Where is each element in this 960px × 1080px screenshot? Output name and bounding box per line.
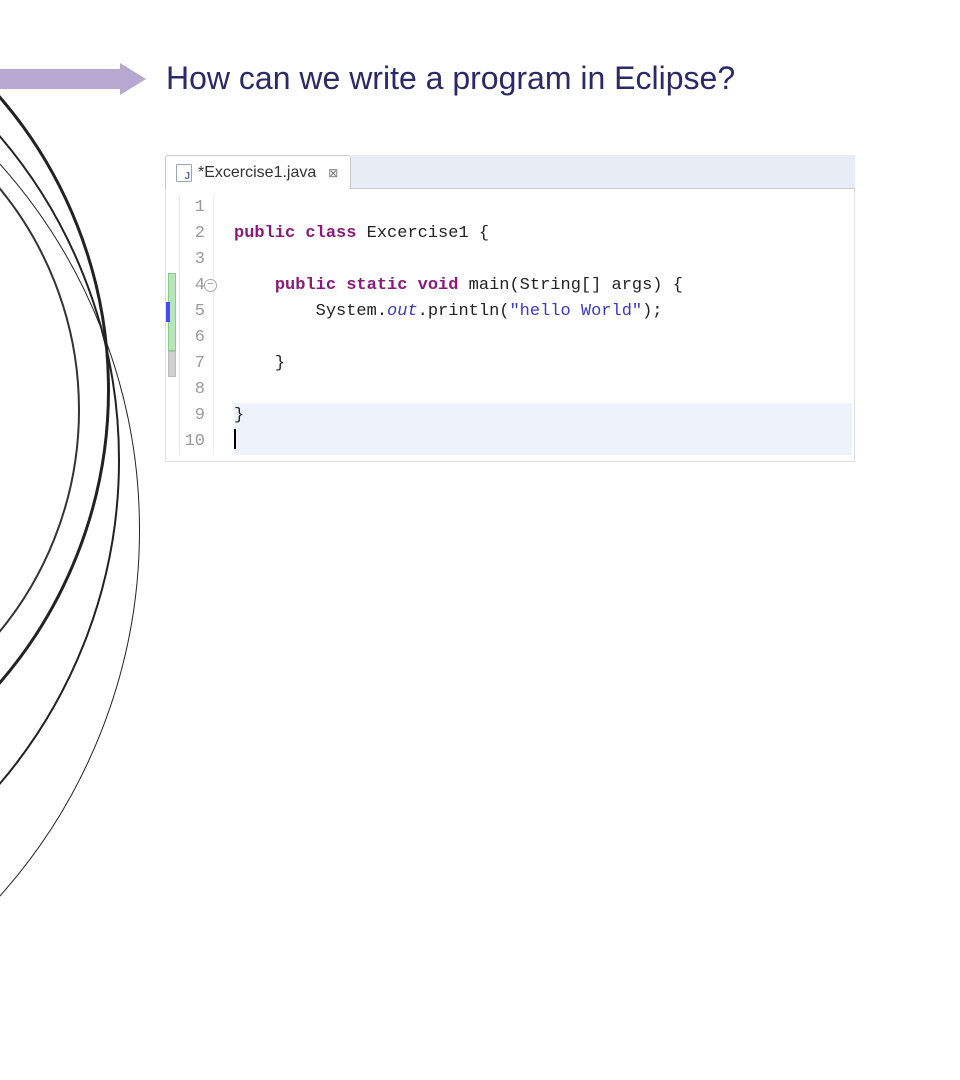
line-number: 5 — [180, 299, 205, 325]
title-arrow-stem — [0, 69, 120, 89]
line-number-text: 5 — [195, 302, 205, 321]
code-line: } — [234, 351, 854, 377]
code-line — [234, 429, 852, 455]
code-area[interactable]: public class Excercise1 { public static … — [214, 195, 854, 455]
code-line — [234, 325, 854, 351]
code-editor: *Excercise1.java ⊠ 1 2 3 4 − 5 6 7 8 9 — [165, 155, 855, 462]
slide-title: How can we write a program in Eclipse? — [166, 60, 735, 97]
change-marker — [168, 351, 176, 377]
line-number: 10 — [180, 429, 205, 455]
line-number-gutter: 1 2 3 4 − 5 6 7 8 9 10 — [180, 195, 214, 455]
line-number: 1 — [180, 195, 205, 221]
line-number: 9 — [180, 403, 205, 429]
line-number: 6 — [180, 325, 205, 351]
line-number: 7 — [180, 351, 205, 377]
code-line: System.out.println("hello World"); — [234, 299, 854, 325]
current-line-marker — [166, 302, 170, 322]
line-number: 4 − — [180, 273, 205, 299]
java-file-icon — [176, 164, 192, 182]
marker-column — [166, 195, 180, 455]
code-line — [234, 247, 854, 273]
tab-bar-fill — [351, 155, 855, 189]
tab-filename: *Excercise1.java — [198, 164, 316, 182]
text-cursor — [234, 429, 236, 449]
line-number: 3 — [180, 247, 205, 273]
slide-title-row: How can we write a program in Eclipse? — [0, 60, 735, 97]
line-number: 2 — [180, 221, 205, 247]
close-icon[interactable]: ⊠ — [326, 166, 340, 180]
code-body: 1 2 3 4 − 5 6 7 8 9 10 public class Exce… — [165, 189, 855, 462]
line-number: 8 — [180, 377, 205, 403]
code-line: public static void main(String[] args) { — [234, 273, 854, 299]
code-line: public class Excercise1 { — [234, 221, 854, 247]
editor-tab[interactable]: *Excercise1.java ⊠ — [165, 155, 351, 189]
editor-tab-row: *Excercise1.java ⊠ — [165, 155, 855, 189]
code-line — [234, 195, 854, 221]
code-line — [234, 377, 854, 403]
title-arrow-head — [120, 63, 146, 95]
code-line: } — [234, 403, 852, 429]
